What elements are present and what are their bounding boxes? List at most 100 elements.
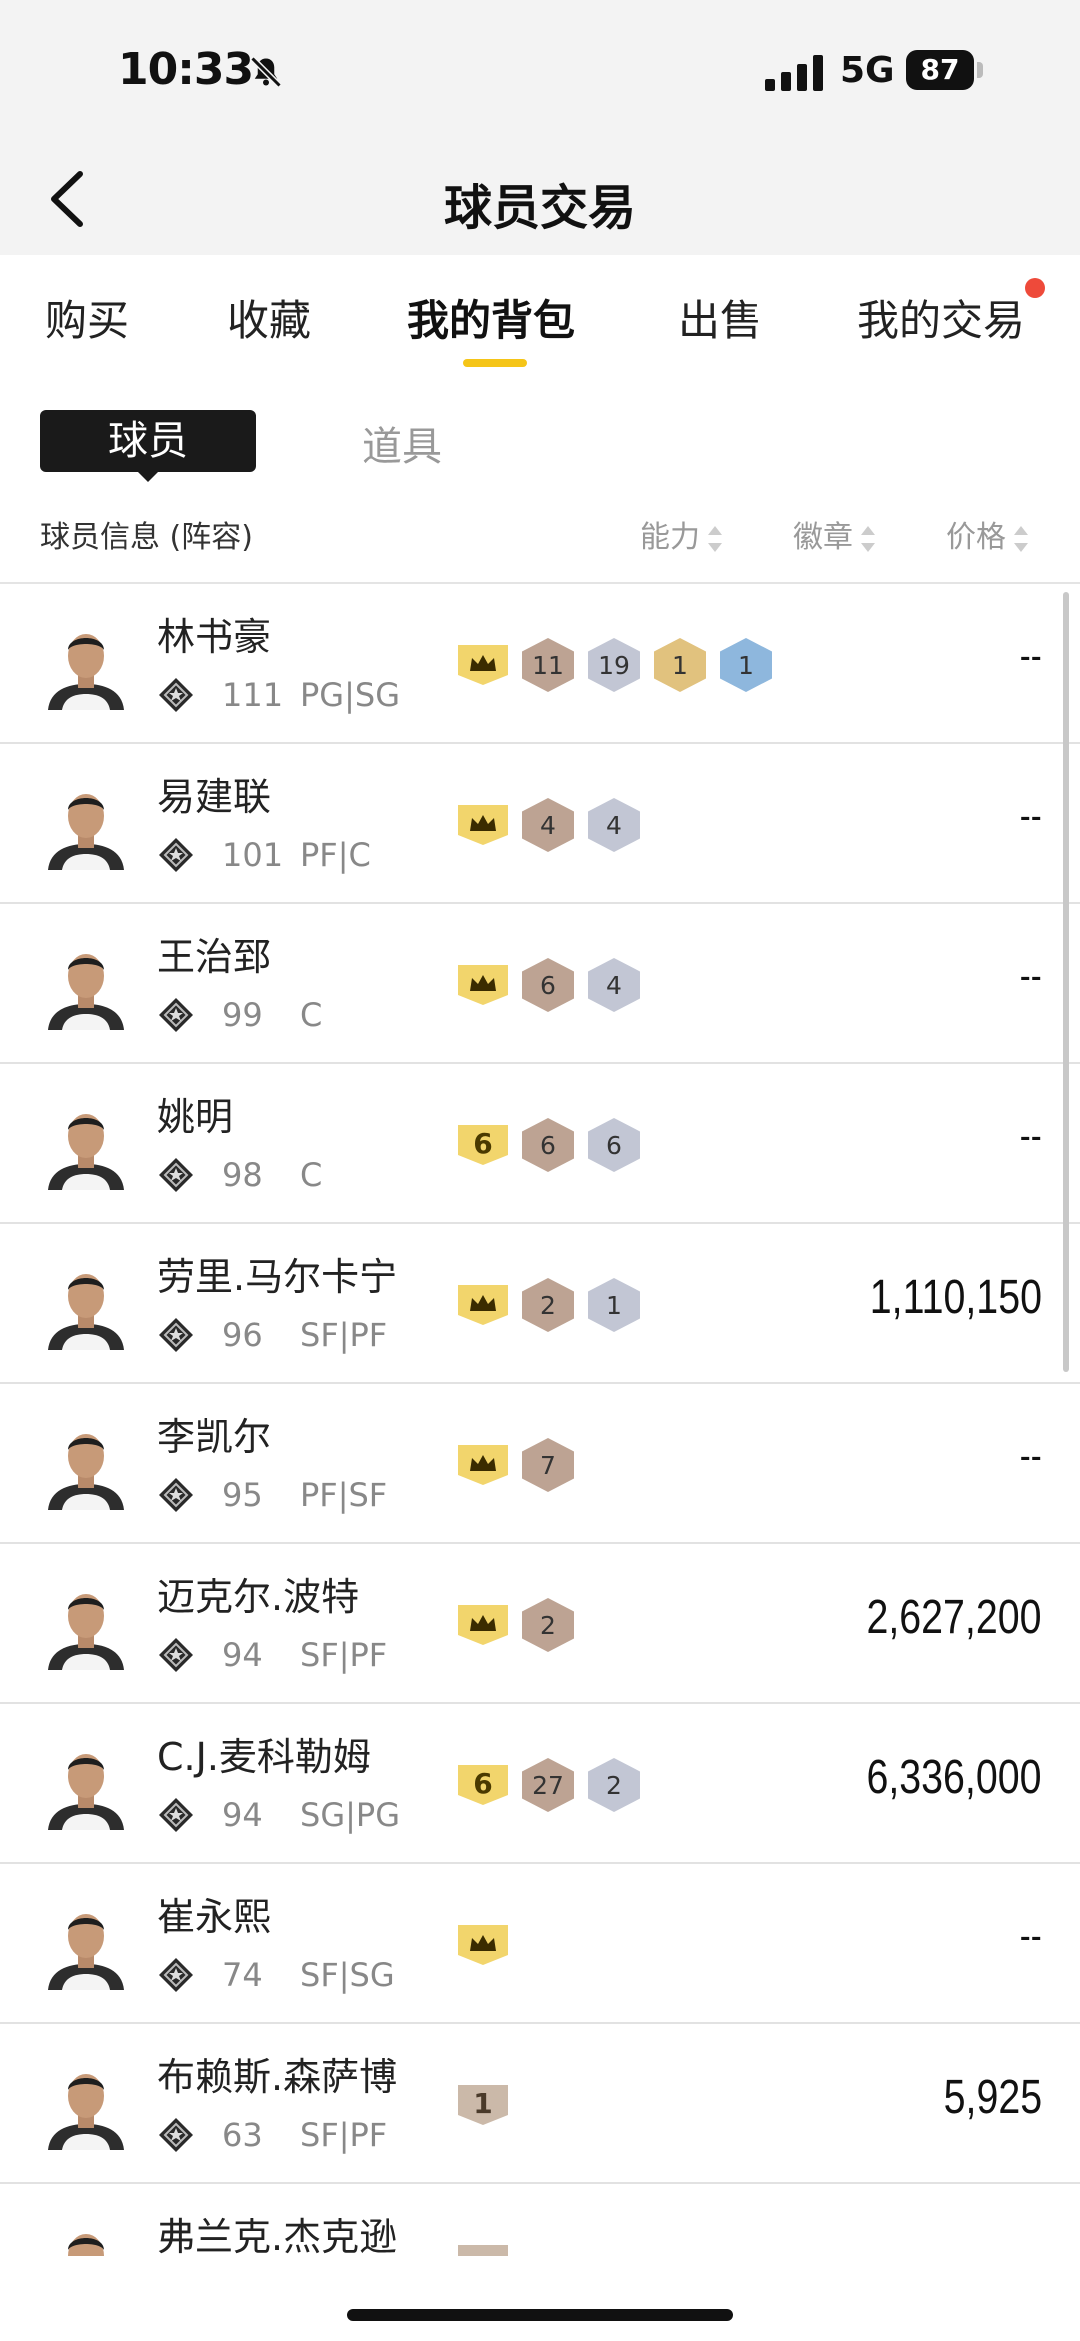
player-price: 6,336,000 (866, 1751, 1042, 1804)
player-position: C (300, 1156, 323, 1194)
player-row[interactable]: 姚明 98 C 6 6 6 -- (0, 1064, 1080, 1224)
status-bar: 10:33 5G 87 (0, 0, 1080, 150)
player-price: 5,925 (943, 2071, 1042, 2124)
player-name: C.J.麦科勒姆 (157, 1735, 371, 1779)
player-avatar (40, 2218, 132, 2256)
player-list[interactable]: 林书豪 111 PG|SG 11 19 1 1 -- 易建联 101 PF|C 4 4 -- 王治郅 99 C 6… (0, 584, 1080, 2256)
badge-silver: 2 (588, 1758, 640, 1812)
badge-bronze: 6 (522, 958, 574, 1012)
player-row[interactable]: 劳里.马尔卡宁 96 SF|PF 2 1 1,110,150 (0, 1224, 1080, 1384)
tab-favorites[interactable]: 收藏 (227, 287, 311, 348)
player-position: SF|SG (300, 1956, 395, 1994)
rank-tier-icon (157, 676, 195, 714)
badge-bronze: 6 (522, 1118, 574, 1172)
sort-icon (1012, 525, 1028, 552)
badge-bronze: 7 (522, 1438, 574, 1492)
rank-tier-icon (157, 996, 195, 1034)
badge-silver: 6 (588, 1118, 640, 1172)
player-price: -- (1020, 1914, 1042, 1958)
column-player-info: 球员信息 (阵容) (40, 520, 253, 555)
badge-silver: 4 (588, 798, 640, 852)
nav-bar: 球员交易 (0, 150, 1080, 255)
player-position: PF|C (300, 836, 371, 874)
player-row[interactable]: 王治郅 99 C 6 4 -- (0, 904, 1080, 1064)
tab-my-trades[interactable]: 我的交易 (857, 287, 1025, 348)
player-row[interactable]: C.J.麦科勒姆 94 SG|PG 6 27 2 6,336,000 (0, 1704, 1080, 1864)
badge-silver: 4 (588, 958, 640, 1012)
rank-tier-icon (157, 1316, 195, 1354)
segment-items[interactable]: 道具 (362, 414, 442, 472)
page-title: 球员交易 (443, 180, 636, 236)
player-price: -- (1020, 1434, 1042, 1478)
tab-bar: 购买 收藏 我的背包 出售 我的交易 (0, 255, 1080, 375)
active-tab-indicator (463, 359, 527, 367)
column-price-label: 价格 (946, 520, 1006, 555)
badge-bronze: 11 (522, 638, 574, 692)
player-overall: 111 (222, 676, 284, 714)
column-badge-label: 徽章 (793, 520, 853, 555)
sort-icon (706, 525, 722, 552)
player-name: 布赖斯.森萨博 (157, 2055, 398, 2099)
player-overall: 74 (222, 1956, 263, 1994)
player-price: 1,110,150 (869, 1271, 1042, 1324)
player-row[interactable]: 易建联 101 PF|C 4 4 -- (0, 744, 1080, 904)
segment-players[interactable]: 球员 (40, 410, 256, 472)
ability-level (458, 1605, 508, 1645)
ability-badges: 11 19 1 1 (458, 638, 772, 692)
badge-bronze: 2 (522, 1598, 574, 1652)
player-price: -- (1020, 794, 1042, 838)
segment-pointer (136, 470, 160, 482)
player-position: PF|SF (300, 1476, 388, 1514)
home-indicator[interactable] (347, 2309, 733, 2321)
player-price: -- (1020, 954, 1042, 998)
column-price[interactable]: 价格 (946, 512, 1028, 556)
rank-tier-icon (157, 1796, 195, 1834)
ability-badges: 7 (458, 1438, 574, 1492)
tab-my-backpack[interactable]: 我的背包 (407, 287, 575, 348)
player-row[interactable]: 崔永熙 74 SF|SG -- (0, 1864, 1080, 2024)
badge-silver: 19 (588, 638, 640, 692)
notification-dot (1025, 278, 1045, 298)
ability-badges (458, 2238, 508, 2256)
crown-icon (470, 1295, 496, 1311)
player-position: C (300, 996, 323, 1034)
player-avatar (40, 1098, 132, 1190)
column-ability[interactable]: 能力 (640, 512, 722, 556)
player-name: 易建联 (157, 775, 272, 819)
rank-tier-icon (157, 836, 195, 874)
player-overall: 63 (222, 2116, 263, 2154)
player-row[interactable]: 布赖斯.森萨博 63 SF|PF 1 5,925 (0, 2024, 1080, 2184)
ability-level (458, 2245, 508, 2256)
player-row[interactable]: 弗兰克.杰克逊 (0, 2184, 1080, 2256)
ability-badges: 64 (458, 958, 640, 1012)
rank-tier-icon (157, 1156, 195, 1194)
ability-level: 6 (458, 1125, 508, 1165)
player-row[interactable]: 林书豪 111 PG|SG 11 19 1 1 -- (0, 584, 1080, 744)
battery-level: 87 (906, 50, 974, 90)
status-time: 10:33 (118, 44, 254, 95)
player-avatar (40, 1738, 132, 1830)
crown-icon (470, 1935, 496, 1951)
player-row[interactable]: 李凯尔 95 PF|SF 7 -- (0, 1384, 1080, 1544)
player-price: 2,627,200 (866, 1591, 1042, 1644)
player-row[interactable]: 迈克尔.波特 94 SF|PF 2 2,627,200 (0, 1544, 1080, 1704)
ability-level (458, 645, 508, 685)
ability-level (458, 805, 508, 845)
ability-level (458, 1285, 508, 1325)
player-price: -- (1020, 1114, 1042, 1158)
tab-sell[interactable]: 出售 (678, 287, 762, 348)
player-overall: 96 (222, 1316, 263, 1354)
column-badge[interactable]: 徽章 (793, 512, 875, 556)
scrollbar[interactable] (1063, 592, 1069, 1372)
player-price: -- (1020, 634, 1042, 678)
tab-buy[interactable]: 购买 (45, 287, 129, 348)
column-ability-label: 能力 (640, 520, 700, 555)
player-position: SG|PG (300, 1796, 400, 1834)
player-avatar (40, 618, 132, 710)
player-overall: 99 (222, 996, 263, 1034)
ability-badges: 6 27 2 (458, 1758, 640, 1812)
crown-icon (470, 975, 496, 991)
badge-hof: 1 (720, 638, 772, 692)
network-type: 5G (840, 50, 895, 91)
rank-tier-icon (157, 1956, 195, 1994)
